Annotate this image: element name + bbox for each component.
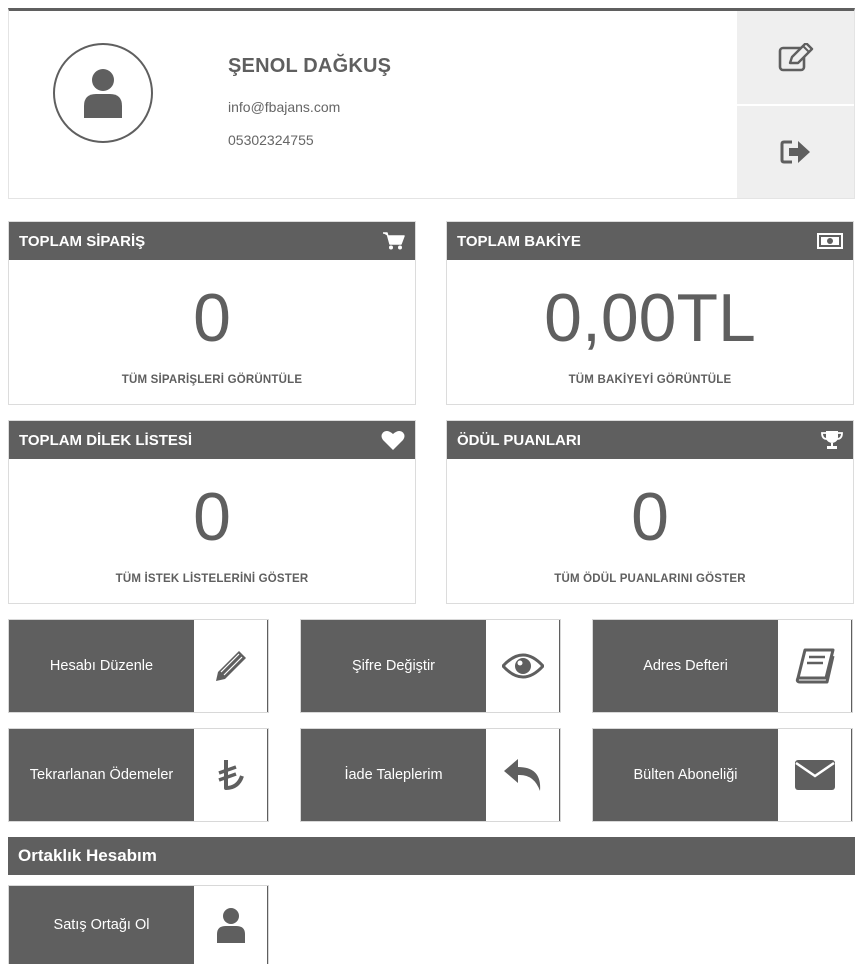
profile-phone: 05302324755 [228, 132, 314, 148]
cart-icon [383, 232, 405, 250]
stat-card-rewards: ÖDÜL PUANLARI 0 TÜM ÖDÜL PUANLARINI GÖST… [446, 420, 854, 604]
stat-title: TOPLAM SİPARİŞ [19, 232, 146, 250]
section-title: Ortaklık Hesabım [18, 846, 157, 865]
tile-label: Satış Ortağı Ol [9, 886, 194, 964]
stat-card-balance: TOPLAM BAKİYE 0,00TL TÜM BAKİYEYİ GÖRÜNT… [446, 221, 854, 405]
recurring-payments-button[interactable]: Tekrarlanan Ödemeler [8, 728, 269, 822]
logout-icon [780, 140, 810, 163]
logout-button[interactable] [737, 104, 854, 197]
view-all-rewards-link[interactable]: TÜM ÖDÜL PUANLARINI GÖSTER [447, 573, 853, 585]
stat-card-orders: TOPLAM SİPARİŞ 0 TÜM SİPARİŞLERİ GÖRÜNTÜ… [8, 221, 416, 405]
eye-icon [501, 653, 544, 679]
pencil-icon [215, 651, 246, 681]
view-all-wishlists-link[interactable]: TÜM İSTEK LİSTELERİNİ GÖSTER [9, 573, 415, 585]
tile-label: Bülten Aboneliği [593, 729, 778, 821]
stat-title: ÖDÜL PUANLARI [457, 431, 581, 449]
trophy-icon [821, 431, 843, 449]
tile-label: Adres Defteri [593, 620, 778, 712]
money-icon [817, 233, 843, 249]
stat-value: 0,00TL [544, 280, 756, 356]
change-password-button[interactable]: Şifre Değiştir [300, 619, 561, 713]
profile-actions [737, 11, 854, 198]
stat-title: TOPLAM DİLEK LİSTESİ [19, 431, 193, 449]
tile-label: İade Taleplerim [301, 729, 486, 821]
tile-label: Şifre Değiştir [301, 620, 486, 712]
lira-icon [217, 760, 244, 790]
stat-title: TOPLAM BAKİYE [457, 232, 581, 250]
user-icon [216, 908, 245, 943]
tile-label: Hesabı Düzenle [9, 620, 194, 712]
affiliate-section-header: Ortaklık Hesabım [8, 837, 855, 875]
stat-value: 0 [631, 479, 669, 555]
stat-value: 0 [193, 479, 231, 555]
stat-card-wishlist: TOPLAM DİLEK LİSTESİ 0 TÜM İSTEK LİSTELE… [8, 420, 416, 604]
edit-icon [778, 42, 813, 71]
address-book-button[interactable]: Adres Defteri [592, 619, 853, 713]
edit-account-button[interactable]: Hesabı Düzenle [8, 619, 269, 713]
view-all-orders-link[interactable]: TÜM SİPARİŞLERİ GÖRÜNTÜLE [9, 374, 415, 386]
envelope-icon [794, 760, 835, 790]
tile-label: Tekrarlanan Ödemeler [9, 729, 194, 821]
reply-icon [503, 759, 540, 791]
profile-card: ŞENOL DAĞKUŞ info@fbajans.com 0530232475… [8, 8, 855, 199]
profile-name: ŞENOL DAĞKUŞ [228, 55, 392, 77]
stat-value: 0 [193, 280, 231, 356]
newsletter-button[interactable]: Bülten Aboneliği [592, 728, 853, 822]
book-icon [795, 648, 834, 684]
return-requests-button[interactable]: İade Taleplerim [300, 728, 561, 822]
edit-profile-button[interactable] [737, 11, 854, 104]
heart-icon [381, 431, 405, 450]
become-affiliate-button[interactable]: Satış Ortağı Ol [8, 885, 269, 964]
avatar [53, 43, 153, 143]
profile-email: info@fbajans.com [228, 99, 341, 115]
user-icon [84, 69, 122, 118]
view-all-balance-link[interactable]: TÜM BAKİYEYİ GÖRÜNTÜLE [447, 374, 853, 386]
